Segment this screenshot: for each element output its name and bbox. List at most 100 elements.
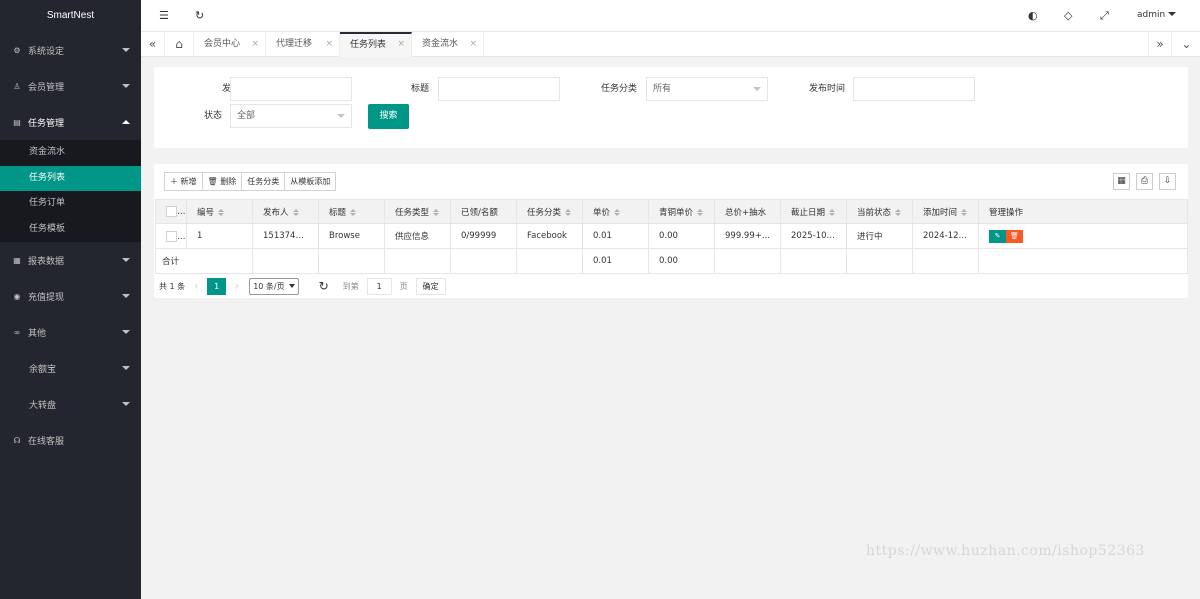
app-logo[interactable]: SmartNest — [0, 0, 141, 32]
tag-icon[interactable]: ◇ — [1064, 9, 1072, 23]
wallet-icon: ◉ — [13, 291, 21, 301]
fullscreen-icon[interactable]: ⤢ — [1100, 9, 1109, 23]
refresh-icon[interactable]: ↻ — [195, 9, 204, 23]
sort-icon[interactable] — [829, 208, 836, 216]
close-icon[interactable]: × — [325, 32, 333, 57]
summary-price: 0.01 — [582, 248, 649, 274]
sidebar-item-lucky-wheel[interactable]: 大转盘 — [0, 386, 141, 422]
theme-icon[interactable]: ◐ — [1028, 9, 1038, 23]
trash-icon[interactable]: 🗑 — [1006, 229, 1023, 243]
page-size-select[interactable]: 10 条/页 — [249, 277, 299, 295]
column-header[interactable]: 青铜单价 — [648, 199, 715, 224]
category-select[interactable]: 所有 — [646, 77, 768, 101]
watermark: https://www.huzhan.com/ishop52363 — [866, 543, 1145, 559]
sidebar-item-task-management[interactable]: ▤ 任务管理 — [0, 104, 141, 140]
sort-icon[interactable] — [433, 208, 440, 216]
sort-icon[interactable] — [350, 208, 357, 216]
chevron-down-icon — [122, 402, 130, 406]
tabs-menu-chevron-icon[interactable]: ⌄ — [1173, 32, 1200, 57]
goto-confirm-button[interactable]: 确定 — [415, 277, 446, 295]
title-label: 标题 — [410, 84, 429, 94]
task-table-panel: ＋ 新增 🗑 删除 任务分类 从模板添加 ▦ ⎙ ⇩ 编号 发布人 标题 任务类… — [154, 164, 1188, 298]
chevron-down-icon — [288, 284, 295, 288]
tab-task-list[interactable]: 任务列表 × — [340, 32, 412, 57]
sidebar-item-member-management[interactable]: ♙ 会员管理 — [0, 68, 141, 104]
column-header: 总价+抽水 — [714, 199, 781, 224]
user-menu[interactable]: admin — [1137, 10, 1177, 20]
username: admin — [1137, 10, 1166, 20]
page-current[interactable]: 1 — [207, 277, 227, 295]
tabs-scroll-left-icon[interactable]: « — [141, 32, 165, 57]
add-button[interactable]: ＋ 新增 — [165, 173, 203, 190]
goto-page-input[interactable]: 1 — [366, 277, 392, 295]
sort-icon[interactable] — [292, 208, 299, 216]
top-header: ☰ ↻ ◐ ◇ ⤢ admin — [141, 0, 1200, 32]
chevron-down-icon — [122, 84, 130, 88]
sidebar-subitem-task-orders[interactable]: 任务订单 — [0, 191, 141, 217]
title-input[interactable] — [438, 77, 560, 101]
tab-label: 资金流水 — [422, 39, 459, 49]
tab-member-center[interactable]: 会员中心 × — [194, 32, 266, 57]
sidebar-item-system-settings[interactable]: ⚙ 系统设定 — [0, 32, 141, 68]
sidebar-item-label: 在线客服 — [28, 436, 65, 447]
sidebar-subitem-task-list[interactable]: 任务列表 — [0, 165, 141, 191]
tab-agent-migration[interactable]: 代理迁移 × — [266, 32, 340, 57]
close-icon[interactable]: × — [397, 33, 405, 55]
publish-time-input[interactable] — [853, 77, 975, 101]
task-category-button[interactable]: 任务分类 — [242, 173, 286, 190]
add-from-template-button[interactable]: 从模板添加 — [285, 173, 336, 190]
sidebar-item-online-service[interactable]: ☊ 在线客服 — [0, 422, 141, 458]
column-header[interactable]: 单价 — [582, 199, 649, 224]
sidebar-item-reports[interactable]: ▦ 报表数据 — [0, 242, 141, 278]
select-all-checkbox[interactable] — [166, 206, 177, 217]
column-header[interactable]: 标题 — [318, 199, 385, 224]
home-icon[interactable]: ⌂ — [165, 32, 194, 57]
table-row[interactable]: 1 1513745... Browse 供应信息 0/99999 Faceboo… — [155, 223, 1188, 249]
column-header[interactable]: 截止日期 — [780, 199, 847, 224]
column-header[interactable]: 发布人 — [252, 199, 319, 224]
sort-icon[interactable] — [614, 208, 621, 216]
chevron-down-icon — [337, 114, 345, 118]
tabs-scroll-right-icon[interactable]: » — [1148, 32, 1172, 57]
sidebar-subitem-fund-flow[interactable]: 资金流水 — [0, 140, 141, 166]
sidebar-subitem-task-templates[interactable]: 任务模板 — [0, 217, 141, 243]
cell-title: Browse — [318, 223, 385, 249]
sidebar-item-yuebao[interactable]: 余额宝 — [0, 350, 141, 386]
refresh-icon[interactable]: ↻ — [319, 279, 329, 293]
next-page-icon[interactable]: › — [235, 281, 239, 292]
sort-icon[interactable] — [697, 208, 704, 216]
column-header[interactable]: 任务类型 — [384, 199, 451, 224]
document-icon: ▤ — [13, 117, 21, 127]
sort-icon[interactable] — [565, 208, 572, 216]
publisher-input[interactable] — [230, 77, 352, 101]
close-icon[interactable]: × — [469, 32, 477, 57]
sidebar-item-label: 大转盘 — [29, 400, 57, 411]
tab-fund-flow[interactable]: 资金流水 × — [412, 32, 484, 57]
edit-icon[interactable]: ✎ — [989, 229, 1006, 243]
delete-button[interactable]: 🗑 删除 — [202, 173, 243, 190]
prev-page-icon[interactable]: ‹ — [194, 281, 198, 292]
sidebar-item-recharge-withdraw[interactable]: ◉ 充值提现 — [0, 278, 141, 314]
sidebar-item-other[interactable]: ∞ 其他 — [0, 314, 141, 350]
sidebar-item-label: 余额宝 — [29, 364, 57, 375]
menu-toggle-icon[interactable]: ☰ — [159, 9, 169, 23]
print-icon[interactable]: ⎙ — [1136, 173, 1153, 190]
sidebar-item-label: 任务管理 — [28, 118, 65, 129]
column-header[interactable]: 添加时间 — [912, 199, 979, 224]
sort-icon[interactable] — [895, 208, 902, 216]
category-select-value: 所有 — [653, 84, 672, 94]
export-icon[interactable]: ⇩ — [1159, 173, 1176, 190]
column-header[interactable]: 任务分类 — [516, 199, 583, 224]
delete-label: 删除 — [220, 177, 237, 186]
task-table: 编号 发布人 标题 任务类型 已领/名额 任务分类 单价 青铜单价 总价+抽水 … — [155, 199, 1188, 274]
column-header[interactable]: 编号 — [186, 199, 253, 224]
columns-filter-icon[interactable]: ▦ — [1113, 173, 1130, 190]
search-button[interactable]: 搜索 — [368, 104, 409, 129]
sort-icon[interactable] — [218, 208, 225, 216]
status-select[interactable]: 全部 — [230, 104, 352, 128]
sort-icon[interactable] — [961, 208, 968, 216]
row-checkbox[interactable] — [166, 230, 177, 242]
column-header[interactable]: 当前状态 — [846, 199, 913, 224]
close-icon[interactable]: × — [251, 32, 259, 57]
summary-bronze-price: 0.00 — [648, 248, 715, 274]
